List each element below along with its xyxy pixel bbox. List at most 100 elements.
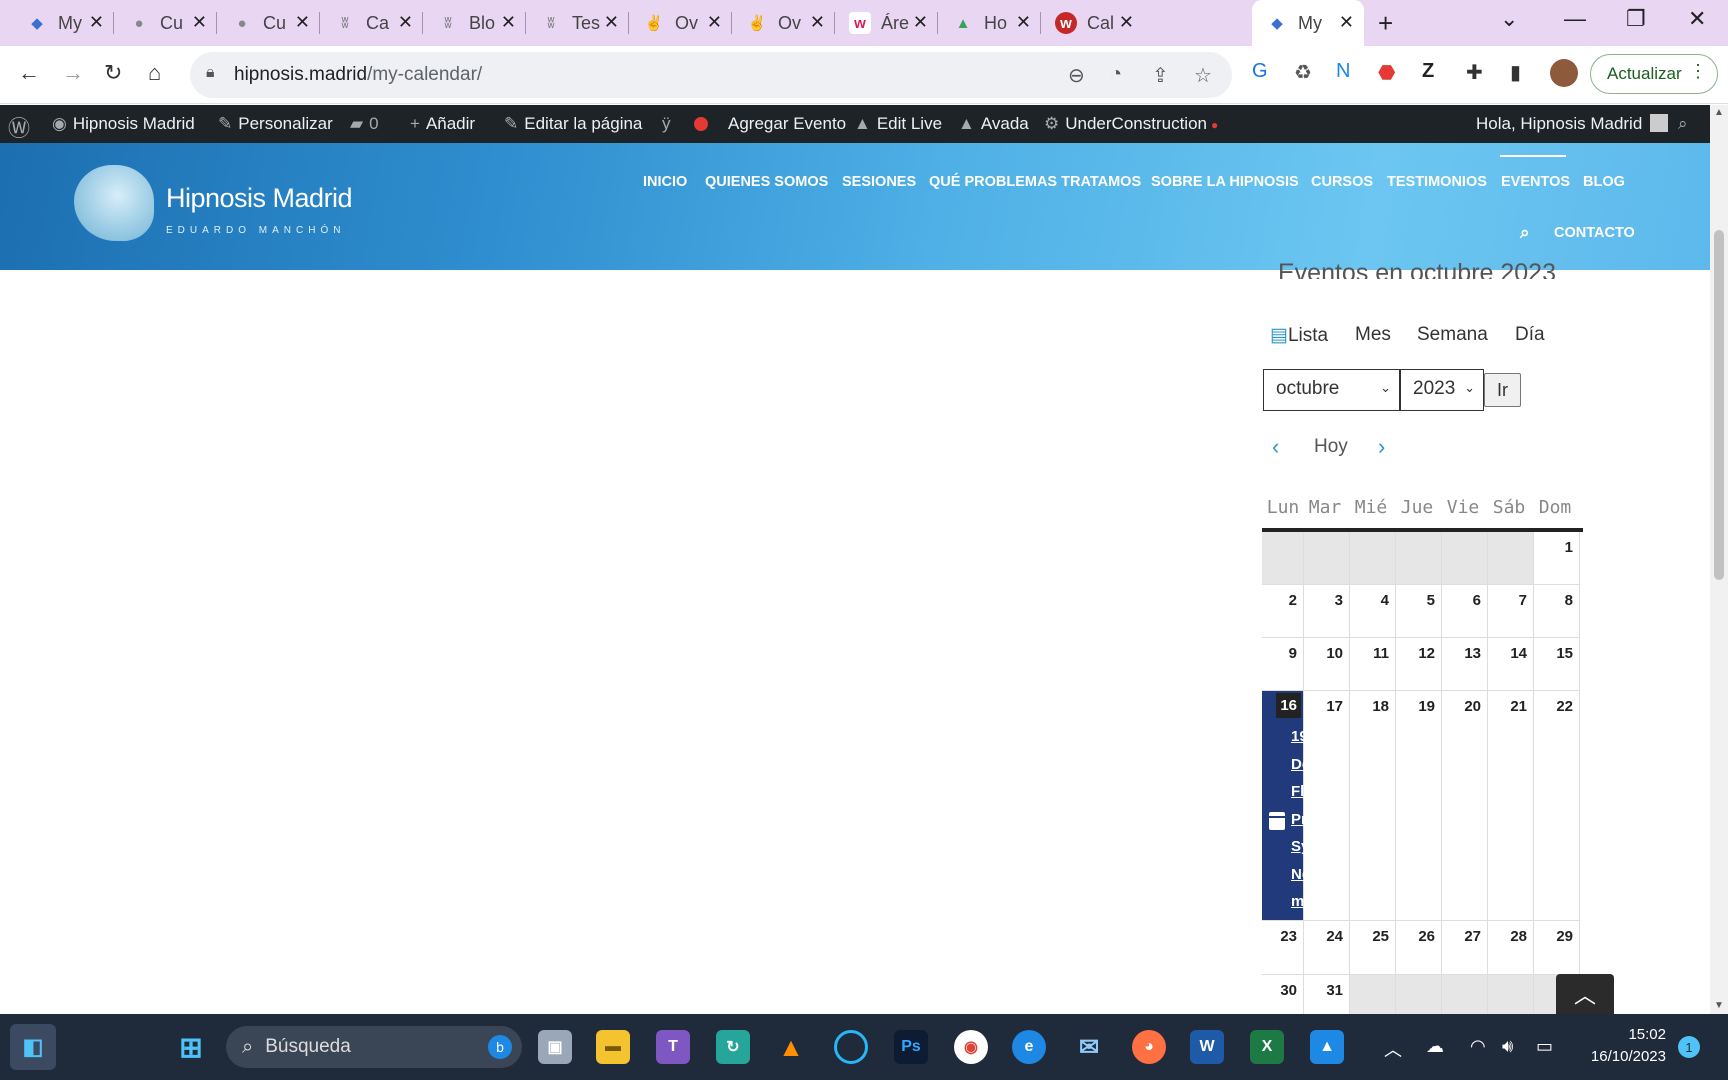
browser-tab[interactable]: ʬ Ca ✕ bbox=[320, 0, 423, 46]
nav-item-testimonios[interactable]: TESTIMONIOS bbox=[1387, 174, 1487, 190]
calendar-day[interactable]: 21 bbox=[1488, 691, 1534, 921]
wp-avada-link[interactable]: ▲ Avada bbox=[958, 114, 1029, 134]
next-month-chevron-icon[interactable]: › bbox=[1378, 434, 1385, 460]
calendar-day[interactable]: 25 bbox=[1350, 921, 1396, 975]
cortana-icon[interactable] bbox=[834, 1030, 868, 1064]
home-icon[interactable]: ⌂ bbox=[148, 60, 161, 86]
nav-item-sobre-hipnosis[interactable]: SOBRE LA HIPNOSIS bbox=[1151, 174, 1299, 190]
nav-item-quienes-somos[interactable]: QUIENES SOMOS bbox=[705, 174, 828, 190]
forward-icon[interactable]: → bbox=[62, 60, 84, 86]
browser-tab[interactable]: ◆ My ✕ bbox=[0, 0, 114, 46]
address-bar[interactable]: 🔒︎ hipnosis.madrid/my-calendar/ ⊖ ◔ ⇪ ☆ bbox=[190, 52, 1232, 98]
performance-icon[interactable]: ◔ bbox=[1110, 63, 1122, 86]
close-tab-icon[interactable]: ✕ bbox=[913, 12, 928, 33]
wifi-icon[interactable]: ◠ bbox=[1470, 1036, 1486, 1057]
teams-icon[interactable]: T bbox=[656, 1030, 690, 1064]
nav-item-contacto[interactable]: CONTACTO bbox=[1554, 225, 1635, 241]
calendar-day[interactable]: 15 bbox=[1534, 638, 1580, 691]
wp-site-link[interactable]: ◉ Hipnosis Madrid bbox=[52, 114, 195, 134]
zoom-icon[interactable]: ⊖ bbox=[1068, 63, 1085, 88]
close-window-button[interactable]: ✕ bbox=[1688, 6, 1706, 32]
calendar-day[interactable]: 20 bbox=[1442, 691, 1488, 921]
battery-icon[interactable]: ▭ bbox=[1536, 1036, 1553, 1057]
recycle-icon[interactable]: ♻ bbox=[1294, 60, 1312, 85]
calendar-day[interactable]: 28 bbox=[1488, 921, 1534, 975]
browser-tab[interactable]: ● Cu ✕ bbox=[114, 0, 217, 46]
restore-button[interactable]: ❐ bbox=[1626, 6, 1646, 32]
calendar-day[interactable]: 11 bbox=[1350, 638, 1396, 691]
calendar-day-today[interactable]: 19DeFloPrSyNom16 bbox=[1262, 691, 1307, 921]
widgets-icon[interactable]: ◧ bbox=[10, 1024, 56, 1070]
taskbar-search[interactable]: ⌕ Búsqueda b bbox=[226, 1026, 522, 1068]
calendar-day[interactable]: 18 bbox=[1350, 691, 1396, 921]
profile-avatar[interactable] bbox=[1550, 59, 1578, 87]
browser-tab[interactable]: ✌ Ov ✕ bbox=[732, 0, 835, 46]
scroll-down-arrow-icon[interactable]: ▼ bbox=[1714, 1000, 1724, 1011]
search-icon[interactable]: ⌕ bbox=[1520, 223, 1530, 243]
browser-tab[interactable]: ʬ Blo ✕ bbox=[423, 0, 526, 46]
calendar-day[interactable]: 19 bbox=[1396, 691, 1442, 921]
wp-edit-live-link[interactable]: ▲ Edit Live bbox=[854, 114, 942, 134]
nav-item-eventos[interactable]: EVENTOS bbox=[1501, 174, 1570, 190]
z-extension-icon[interactable]: Z bbox=[1422, 60, 1434, 83]
calendar-day[interactable]: 14 bbox=[1488, 638, 1534, 691]
nav-item-blog[interactable]: BLOG bbox=[1583, 174, 1625, 190]
browser-tab[interactable]: ▲ Ho ✕ bbox=[938, 0, 1041, 46]
volume-icon[interactable]: 🔊︎ bbox=[1502, 1036, 1513, 1057]
calendar-day[interactable]: 24 bbox=[1304, 921, 1350, 975]
browser-tab[interactable]: ✌ Ov ✕ bbox=[629, 0, 732, 46]
close-tab-icon[interactable]: ✕ bbox=[1119, 12, 1134, 33]
calendar-day[interactable]: 13 bbox=[1442, 638, 1488, 691]
tab-search-icon[interactable]: ⌄ bbox=[1500, 6, 1518, 32]
scrollbar-thumb[interactable] bbox=[1714, 230, 1724, 580]
bing-icon[interactable]: b bbox=[488, 1035, 512, 1059]
calendar-day[interactable]: 22 bbox=[1534, 691, 1580, 921]
go-button[interactable]: Ir bbox=[1484, 373, 1521, 407]
mail-icon[interactable]: ✉ bbox=[1072, 1030, 1106, 1064]
calendar-day[interactable]: 9 bbox=[1262, 638, 1304, 691]
close-tab-icon[interactable]: ✕ bbox=[398, 12, 413, 33]
browser-tab[interactable]: w Áre ✕ bbox=[835, 0, 938, 46]
wordpress-logo-icon[interactable]: Ⓦ bbox=[8, 111, 30, 143]
calendar-day[interactable]: 4 bbox=[1350, 585, 1396, 638]
wp-edit-page-link[interactable]: ✎ Editar la página bbox=[504, 114, 642, 134]
calendar-day[interactable]: 27 bbox=[1442, 921, 1488, 975]
reload-icon[interactable]: ↻ bbox=[104, 60, 122, 86]
file-explorer-icon[interactable]: ▬ bbox=[596, 1030, 630, 1064]
view-list-tab[interactable]: ▤Lista bbox=[1270, 324, 1328, 347]
browser-tab[interactable]: w Cal ✕ bbox=[1041, 0, 1144, 46]
side-panel-icon[interactable]: ▮ bbox=[1510, 60, 1521, 85]
chrome-icon[interactable]: ◉ bbox=[954, 1030, 988, 1064]
firefox-icon[interactable]: ◕ bbox=[1132, 1030, 1166, 1064]
close-tab-icon[interactable]: ✕ bbox=[707, 12, 722, 33]
new-tab-button[interactable]: + bbox=[1378, 8, 1393, 39]
calendar-day[interactable]: 6 bbox=[1442, 585, 1488, 638]
minimize-button[interactable]: — bbox=[1564, 6, 1586, 32]
scroll-up-arrow-icon[interactable]: ▲ bbox=[1714, 107, 1724, 118]
month-select[interactable]: octubre ⌄ bbox=[1263, 369, 1400, 411]
close-tab-icon[interactable]: ✕ bbox=[501, 12, 516, 33]
wp-comments-link[interactable]: ▰ 0 bbox=[350, 114, 379, 134]
calendar-day[interactable]: 26 bbox=[1396, 921, 1442, 975]
adblock-icon[interactable]: ⬣ bbox=[1378, 60, 1395, 85]
share-icon[interactable]: ⇪ bbox=[1152, 63, 1169, 88]
wp-account-link[interactable]: Hola, Hipnosis Madrid bbox=[1476, 114, 1669, 134]
view-week-tab[interactable]: Semana bbox=[1417, 324, 1488, 346]
edge-icon[interactable]: e bbox=[1012, 1030, 1046, 1064]
browser-tab[interactable]: ʬ Tes ✕ bbox=[526, 0, 629, 46]
vlc-icon[interactable]: ▲ bbox=[774, 1030, 808, 1064]
back-icon[interactable]: ← bbox=[18, 60, 40, 86]
calendar-day[interactable]: 1 bbox=[1534, 532, 1580, 585]
wp-add-event-link[interactable]: Agregar Evento bbox=[728, 114, 846, 134]
browser-tab[interactable]: ● Cu ✕ bbox=[217, 0, 320, 46]
notion-extension-icon[interactable]: N bbox=[1336, 60, 1350, 83]
chevron-up-icon[interactable]: ︿ bbox=[1384, 1036, 1402, 1062]
google-translate-icon[interactable]: G bbox=[1252, 60, 1268, 83]
close-tab-icon[interactable]: ✕ bbox=[1339, 12, 1354, 33]
onedrive-icon[interactable]: ☁ bbox=[1426, 1036, 1444, 1057]
lock-icon[interactable]: 🔒︎ bbox=[206, 64, 215, 82]
calendar-day[interactable]: 17 bbox=[1304, 691, 1350, 921]
year-select[interactable]: 2023 ⌄ bbox=[1400, 369, 1484, 411]
view-day-tab[interactable]: Día bbox=[1515, 324, 1545, 346]
calendar-day[interactable]: 10 bbox=[1304, 638, 1350, 691]
